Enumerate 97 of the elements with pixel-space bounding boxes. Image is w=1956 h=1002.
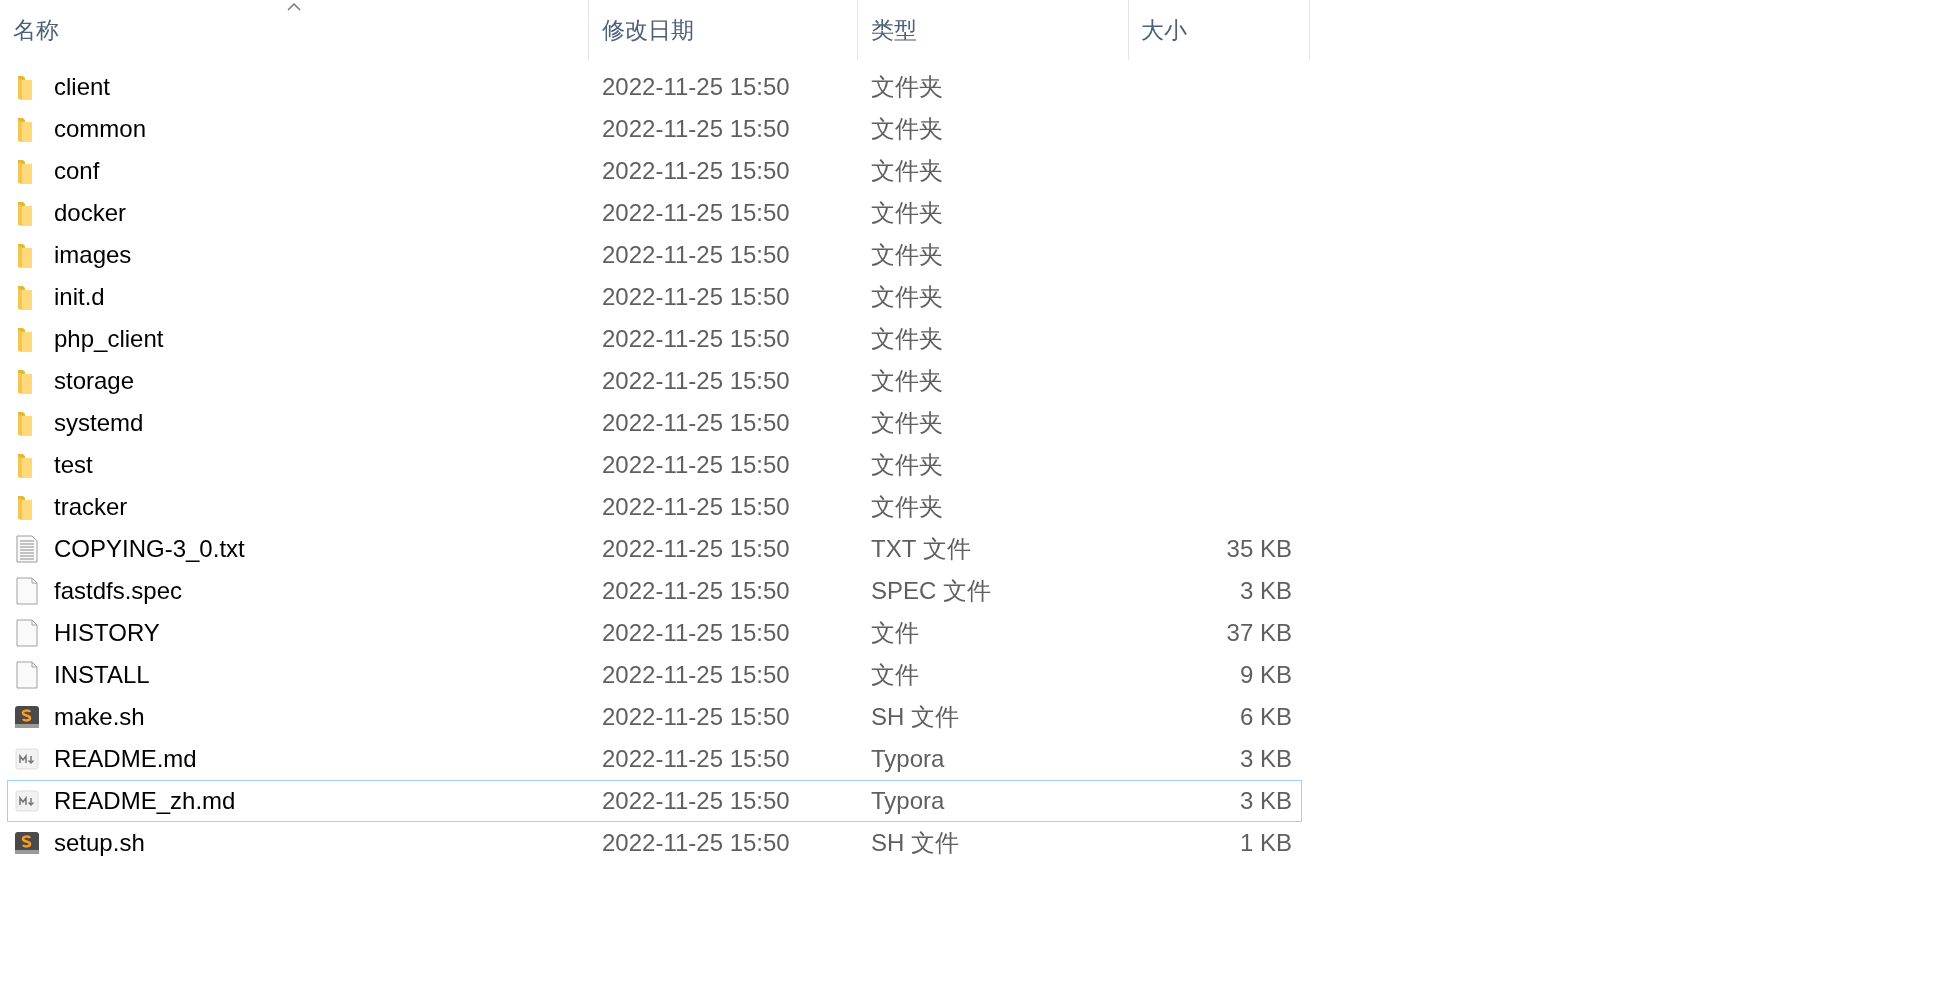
- column-header[interactable]: 大小: [1129, 0, 1310, 60]
- file-size: 3 KB: [1238, 787, 1293, 815]
- file-type: 文件: [870, 618, 920, 648]
- file-name: storage: [54, 367, 135, 395]
- file-name: INSTALL: [54, 661, 150, 689]
- file-type: SPEC 文件: [870, 576, 993, 606]
- file-name: HISTORY: [54, 619, 160, 647]
- modified-date: 2022-11-25 15:50: [601, 787, 791, 815]
- file-size: 6 KB: [1238, 703, 1293, 731]
- modified-date: 2022-11-25 15:50: [601, 325, 791, 353]
- file-row[interactable]: storage 2022-11-25 15:50 文件夹: [7, 360, 1302, 402]
- s-logo-icon: [14, 703, 40, 731]
- modified-date: 2022-11-25 15:50: [601, 409, 791, 437]
- file-name: common: [54, 115, 147, 143]
- modified-date: 2022-11-25 15:50: [601, 367, 791, 395]
- modified-date: 2022-11-25 15:50: [601, 829, 791, 857]
- file-type: 文件夹: [870, 450, 944, 480]
- file-name: images: [54, 241, 132, 269]
- file-size: 37 KB: [1225, 619, 1293, 647]
- column-header[interactable]: 类型: [858, 0, 1129, 60]
- file-type: 文件夹: [870, 324, 944, 354]
- modified-date: 2022-11-25 15:50: [601, 703, 791, 731]
- file-type: Typora: [870, 787, 946, 815]
- modified-date: 2022-11-25 15:50: [601, 157, 791, 185]
- file-name: setup.sh: [54, 829, 145, 857]
- file-type: 文件夹: [870, 72, 944, 102]
- markdown-icon: [14, 787, 40, 815]
- file-name: php_client: [54, 325, 164, 353]
- file-name: docker: [54, 199, 127, 227]
- file-row[interactable]: systemd 2022-11-25 15:50 文件夹: [7, 402, 1302, 444]
- markdown-icon: [14, 745, 40, 773]
- file-row[interactable]: README_zh.md 2022-11-25 15:50 Typora 3 KB: [7, 780, 1302, 822]
- column-header[interactable]: 名称: [0, 0, 589, 60]
- file-row[interactable]: docker 2022-11-25 15:50 文件夹: [7, 192, 1302, 234]
- modified-date: 2022-11-25 15:50: [601, 577, 791, 605]
- file-name: README.md: [54, 745, 197, 773]
- file-row[interactable]: test 2022-11-25 15:50 文件夹: [7, 444, 1302, 486]
- file-type: 文件夹: [870, 366, 944, 396]
- file-type: 文件: [870, 660, 920, 690]
- file-name: fastdfs.spec: [54, 577, 183, 605]
- modified-date: 2022-11-25 15:50: [601, 199, 791, 227]
- file-name: test: [54, 451, 93, 479]
- file-row[interactable]: common 2022-11-25 15:50 文件夹: [7, 108, 1302, 150]
- file-type: Typora: [870, 745, 946, 773]
- column-header[interactable]: 修改日期: [589, 0, 858, 60]
- modified-date: 2022-11-25 15:50: [601, 451, 791, 479]
- file-type: 文件夹: [870, 492, 944, 522]
- file-row[interactable]: images 2022-11-25 15:50 文件夹: [7, 234, 1302, 276]
- file-type: 文件夹: [870, 282, 944, 312]
- file-row[interactable]: COPYING-3_0.txt 2022-11-25 15:50 TXT 文件 35 KB: [7, 528, 1302, 570]
- file-type: 文件夹: [870, 240, 944, 270]
- file-type: 文件夹: [870, 114, 944, 144]
- modified-date: 2022-11-25 15:50: [601, 493, 791, 521]
- file-row[interactable]: tracker 2022-11-25 15:50 文件夹: [7, 486, 1302, 528]
- file-row[interactable]: php_client 2022-11-25 15:50 文件夹: [7, 318, 1302, 360]
- file-size: 35 KB: [1225, 535, 1293, 563]
- file-type: 文件夹: [870, 156, 944, 186]
- modified-date: 2022-11-25 15:50: [601, 283, 791, 311]
- file-row[interactable]: init.d 2022-11-25 15:50 文件夹: [7, 276, 1302, 318]
- file-name: COPYING-3_0.txt: [54, 535, 245, 563]
- file-row[interactable]: conf 2022-11-25 15:50 文件夹: [7, 150, 1302, 192]
- file-row[interactable]: INSTALL 2022-11-25 15:50 文件 9 KB: [7, 654, 1302, 696]
- file-row[interactable]: fastdfs.spec 2022-11-25 15:50 SPEC 文件 3 KB: [7, 570, 1302, 612]
- s-logo-icon: [14, 829, 40, 857]
- modified-date: 2022-11-25 15:50: [601, 535, 791, 563]
- file-type: SH 文件: [870, 828, 960, 858]
- file-size: 3 KB: [1238, 577, 1293, 605]
- file-icon: [14, 661, 40, 689]
- file-name: init.d: [54, 283, 105, 311]
- file-row[interactable]: setup.sh 2022-11-25 15:50 SH 文件 1 KB: [7, 822, 1302, 864]
- file-name: client: [54, 73, 111, 101]
- file-name: systemd: [54, 409, 144, 437]
- modified-date: 2022-11-25 15:50: [601, 73, 791, 101]
- text-file-icon: [14, 535, 40, 563]
- modified-date: 2022-11-25 15:50: [601, 745, 791, 773]
- file-name: tracker: [54, 493, 128, 521]
- file-row[interactable]: README.md 2022-11-25 15:50 Typora 3 KB: [7, 738, 1302, 780]
- sort-caret-icon[interactable]: [287, 2, 301, 11]
- file-name: make.sh: [54, 703, 145, 731]
- file-size: 9 KB: [1238, 661, 1293, 689]
- file-type: SH 文件: [870, 702, 960, 732]
- modified-date: 2022-11-25 15:50: [601, 241, 791, 269]
- file-size: 1 KB: [1238, 829, 1293, 857]
- modified-date: 2022-11-25 15:50: [601, 115, 791, 143]
- file-type: 文件夹: [870, 408, 944, 438]
- file-row[interactable]: make.sh 2022-11-25 15:50 SH 文件 6 KB: [7, 696, 1302, 738]
- file-name: conf: [54, 157, 100, 185]
- file-type: 文件夹: [870, 198, 944, 228]
- file-icon: [14, 577, 40, 605]
- file-name: README_zh.md: [54, 787, 236, 815]
- file-row[interactable]: HISTORY 2022-11-25 15:50 文件 37 KB: [7, 612, 1302, 654]
- file-size: 3 KB: [1238, 745, 1293, 773]
- modified-date: 2022-11-25 15:50: [601, 619, 791, 647]
- file-row[interactable]: client 2022-11-25 15:50 文件夹: [7, 66, 1302, 108]
- file-type: TXT 文件: [870, 534, 972, 564]
- file-icon: [14, 619, 40, 647]
- modified-date: 2022-11-25 15:50: [601, 661, 791, 689]
